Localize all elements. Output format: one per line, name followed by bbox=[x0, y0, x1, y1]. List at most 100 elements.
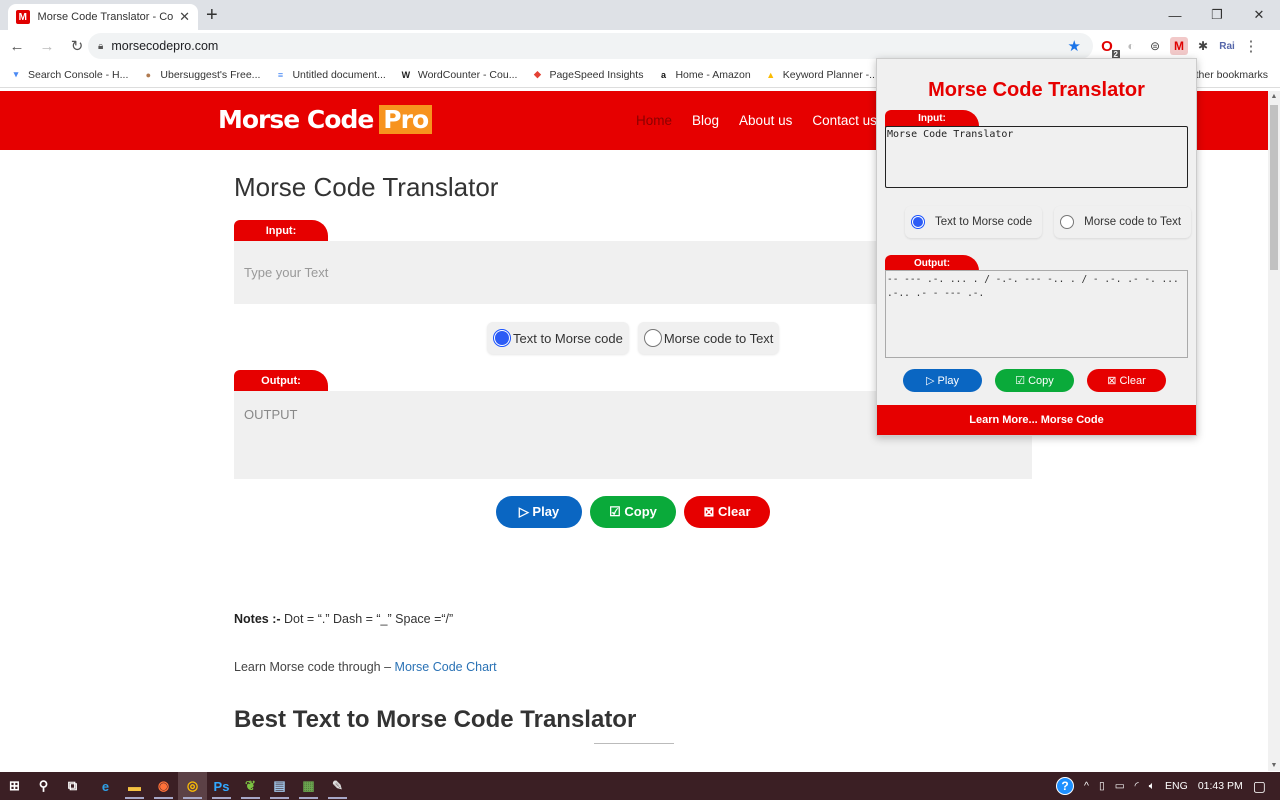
radio-label: Morse code to Text bbox=[663, 330, 774, 346]
firefox-icon[interactable]: ◉ bbox=[149, 772, 178, 800]
language-indicator[interactable]: ENG bbox=[1165, 780, 1188, 792]
app-doc-icon[interactable]: ▤ bbox=[265, 772, 294, 800]
copy-button[interactable]: ☑ Copy bbox=[590, 496, 676, 528]
scroll-up-icon[interactable]: ▲ bbox=[1268, 93, 1280, 100]
device-icon[interactable]: ▯ bbox=[1099, 780, 1105, 792]
restore-button[interactable]: ❐ bbox=[1196, 0, 1238, 30]
clock[interactable]: 01:43 PM bbox=[1198, 780, 1243, 792]
tab-close-icon[interactable]: ✕ bbox=[179, 9, 190, 25]
popup-copy-button[interactable]: ☑ Copy bbox=[995, 369, 1074, 392]
bookmark-label: WordCounter - Cou... bbox=[417, 68, 518, 81]
pagespeed-icon: ◆ bbox=[533, 69, 541, 79]
nav-contact-us[interactable]: Contact us bbox=[812, 113, 877, 128]
address-bar[interactable]: 🔒︎ morsecodepro.com ★ bbox=[88, 33, 1093, 59]
start-icon[interactable]: ⊞ bbox=[0, 772, 29, 800]
site-favicon-icon: M bbox=[16, 10, 30, 24]
minimize-button[interactable]: — bbox=[1154, 0, 1196, 30]
file-explorer-icon[interactable]: ▬ bbox=[120, 772, 149, 800]
popup-play-button[interactable]: ▷ Play bbox=[903, 369, 982, 392]
bookmark-item[interactable]: ▲ Keyword Planner -... bbox=[765, 69, 878, 81]
popup-output-textarea[interactable]: -- --- .-. ... . / -.-. --- -.. . / - .-… bbox=[885, 270, 1188, 358]
photoshop-icon[interactable]: Ps bbox=[207, 772, 236, 800]
tray-chevron-icon[interactable]: ^ bbox=[1084, 780, 1089, 792]
help-icon[interactable]: ? bbox=[1056, 777, 1075, 795]
browser-tab-active[interactable]: M Morse Code Translator - Convert ✕ bbox=[8, 4, 198, 30]
clear-button[interactable]: ⊠ Clear bbox=[684, 496, 770, 528]
heading-divider bbox=[594, 743, 674, 744]
page-scrollbar[interactable]: ▲ ▼ bbox=[1268, 91, 1280, 771]
url-text: morsecodepro.com bbox=[111, 39, 219, 53]
extension-morse-icon[interactable]: M bbox=[1170, 37, 1188, 55]
battery-icon[interactable]: ▭ bbox=[1115, 780, 1125, 792]
radio-morse-to-text[interactable]: Morse code to Text bbox=[637, 322, 780, 354]
site-logo[interactable]: Morse Code Pro bbox=[218, 105, 433, 134]
output-label: Output: bbox=[234, 370, 328, 391]
section-heading: Best Text to Morse Code Translator bbox=[234, 706, 637, 733]
back-button[interactable]: ← bbox=[4, 38, 30, 55]
bookmark-star-icon[interactable]: ★ bbox=[1068, 37, 1081, 55]
bookmark-label: Keyword Planner -... bbox=[782, 68, 878, 81]
bookmark-item[interactable]: a Home - Amazon bbox=[657, 68, 751, 81]
chrome-icon[interactable]: ◎ bbox=[178, 772, 207, 800]
bookmark-label: Home - Amazon bbox=[675, 68, 751, 81]
wordcounter-icon: W bbox=[401, 69, 411, 80]
learn-more-button[interactable]: Learn More... Morse Code bbox=[877, 405, 1196, 435]
extension-adblock-icon[interactable]: O2 bbox=[1098, 37, 1120, 59]
system-tray: ? ^ ▯ ▭ ◜ 🔈︎ ENG 01:43 PM ▢ bbox=[1056, 772, 1280, 800]
extension-grey-icon[interactable]: ◐ bbox=[1122, 37, 1140, 55]
morse-code-chart-link[interactable]: Morse Code Chart bbox=[395, 660, 497, 674]
app-paint-icon[interactable]: ✎ bbox=[323, 772, 352, 800]
popup-mode-selector: Text to Morse code Morse code to Text bbox=[905, 206, 1192, 238]
popup-action-buttons: ▷ Play ☑ Copy ⊠ Clear bbox=[903, 369, 1166, 392]
wifi-icon[interactable]: ◜ bbox=[1135, 780, 1139, 792]
app-leaf-icon[interactable]: ❦ bbox=[236, 772, 265, 800]
radio-checked-icon bbox=[911, 215, 925, 229]
volume-icon[interactable]: 🔈︎ bbox=[1149, 780, 1155, 793]
input-label: Input: bbox=[234, 220, 328, 241]
logo-text: Morse Code bbox=[218, 105, 374, 134]
scrollbar-thumb[interactable] bbox=[1270, 105, 1278, 270]
close-window-button[interactable]: ✕ bbox=[1238, 0, 1280, 30]
notes-body: Dot = “.” Dash = “_” Space =“/” bbox=[280, 612, 454, 626]
bookmark-item[interactable]: ≡ Untitled document... bbox=[274, 69, 386, 81]
popup-radio-text-to-morse[interactable]: Text to Morse code bbox=[905, 206, 1043, 238]
radio-checked-icon bbox=[493, 329, 511, 347]
radio-label: Text to Morse code bbox=[513, 330, 623, 346]
bookmark-item[interactable]: ▾ Search Console - H... bbox=[10, 69, 129, 81]
forward-button[interactable]: → bbox=[34, 38, 60, 55]
app-sheet-icon[interactable]: ▦ bbox=[294, 772, 323, 800]
nav-blog[interactable]: Blog bbox=[692, 113, 719, 128]
extension-incognito-icon[interactable]: ⊜ bbox=[1146, 37, 1164, 55]
extensions-puzzle-icon[interactable]: ✱ bbox=[1194, 37, 1212, 55]
profile-avatar[interactable]: Rai bbox=[1218, 37, 1236, 55]
bookmark-item[interactable]: W WordCounter - Cou... bbox=[400, 69, 518, 81]
bookmark-item[interactable]: ◆ PageSpeed Insights bbox=[531, 69, 643, 81]
edge-icon[interactable]: e bbox=[91, 772, 120, 800]
nav-about-us[interactable]: About us bbox=[739, 113, 792, 128]
radio-unchecked-icon bbox=[643, 329, 662, 347]
scroll-down-icon[interactable]: ▼ bbox=[1268, 762, 1280, 769]
google-docs-icon: ≡ bbox=[277, 69, 284, 80]
page-title: Morse Code Translator bbox=[234, 172, 499, 202]
other-bookmarks[interactable]: Other bookmarks bbox=[1187, 69, 1268, 81]
windows-taskbar: ⊞ ⚲ ⧉ e ▬ ◉ ◎ Ps ❦ ▤ ▦ ✎ ? ^ ▯ ▭ ◜ 🔈︎ ENG 01:43 PM … bbox=[0, 772, 1280, 800]
bookmark-item[interactable]: ● Ubersuggest's Free... bbox=[142, 69, 261, 81]
popup-radio-morse-to-text[interactable]: Morse code to Text bbox=[1054, 206, 1192, 238]
amazon-icon: a bbox=[660, 69, 666, 80]
new-tab-button[interactable]: + bbox=[206, 4, 218, 27]
notes-text: Notes :- Dot = “.” Dash = “_” Space =“/” bbox=[234, 612, 453, 626]
window-controls: — ❐ ✕ bbox=[1154, 0, 1280, 30]
reload-button[interactable]: ↻ bbox=[64, 37, 90, 55]
task-view-icon[interactable]: ⧉ bbox=[58, 772, 87, 800]
popup-text-input[interactable]: Morse Code Translator bbox=[885, 126, 1188, 188]
search-icon[interactable]: ⚲ bbox=[29, 772, 58, 800]
logo-pro-badge: Pro bbox=[379, 105, 433, 134]
popup-clear-button[interactable]: ⊠ Clear bbox=[1087, 369, 1166, 392]
browser-menu-icon[interactable]: ⋮ bbox=[1242, 37, 1260, 55]
extension-popup: Morse Code Translator Input: Morse Code … bbox=[876, 58, 1197, 436]
notifications-icon[interactable]: ▢ bbox=[1253, 778, 1266, 795]
radio-label: Text to Morse code bbox=[935, 216, 1033, 228]
nav-home[interactable]: Home bbox=[636, 113, 672, 128]
radio-text-to-morse[interactable]: Text to Morse code bbox=[487, 322, 629, 354]
play-button[interactable]: ▷ Play bbox=[496, 496, 582, 528]
